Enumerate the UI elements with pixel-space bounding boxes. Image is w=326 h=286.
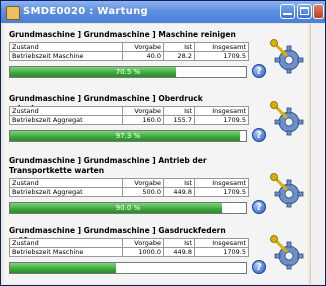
- progress-label: 70.5 %: [115, 68, 141, 76]
- status-table: Zustand Vorgabe Ist Insgesamt Betriebsze…: [9, 238, 249, 257]
- maintenance-item: Grundmaschine ] Grundmaschine ] Maschine…: [9, 30, 308, 78]
- status-table: Zustand Vorgabe Ist Insgesamt Betriebsze…: [9, 106, 249, 125]
- header-zustand: Zustand: [9, 238, 123, 248]
- help-icon[interactable]: ?: [252, 260, 266, 274]
- cell-ist: 449.8: [163, 187, 195, 197]
- header-insgesamt: Insgesamt: [194, 238, 249, 248]
- progress-label: 97.3 %: [115, 132, 141, 140]
- header-zustand: Zustand: [9, 178, 123, 188]
- table-header-row: Zustand Vorgabe Ist Insgesamt: [9, 178, 249, 188]
- progress-bar: 90.0 %: [9, 202, 247, 214]
- status-table: Zustand Vorgabe Ist Insgesamt Betriebsze…: [9, 42, 249, 61]
- help-icon[interactable]: ?: [252, 200, 266, 214]
- cell-zustand: Betriebszeit Maschine: [9, 51, 123, 61]
- cell-zustand: Betriebszeit Maschine: [9, 247, 123, 257]
- header-vorgabe: Vorgabe: [122, 106, 164, 116]
- progress-label: 90.0 %: [115, 204, 141, 212]
- header-ist: Ist: [163, 42, 195, 52]
- table-header-row: Zustand Vorgabe Ist Insgesamt: [9, 238, 249, 248]
- header-vorgabe: Vorgabe: [122, 42, 164, 52]
- help-icon[interactable]: ?: [252, 128, 266, 142]
- vertical-scrollbar[interactable]: [310, 24, 325, 284]
- maintenance-icon[interactable]: [269, 38, 305, 74]
- table-row: Betriebszeit Maschine 1000.0 449.8 1709.…: [9, 247, 249, 257]
- cell-vorgabe: 500.0: [122, 187, 164, 197]
- cell-ist: 28.2: [163, 51, 195, 61]
- progress-bar: 97.3 %: [9, 130, 247, 142]
- maintenance-window: SMDE0020 : Wartung Grundmaschine ] Grund…: [0, 0, 326, 286]
- item-title: Grundmaschine ] Grundmaschine ] Maschine…: [9, 30, 236, 39]
- table-row: Betriebszeit Aggregat 500.0 449.8 1709.5: [9, 187, 249, 197]
- header-zustand: Zustand: [9, 106, 123, 116]
- header-zustand: Zustand: [9, 42, 123, 52]
- item-title: Grundmaschine ] Grundmaschine ] Antrieb …: [9, 156, 207, 175]
- cell-ist: 155.7: [163, 115, 195, 125]
- header-insgesamt: Insgesamt: [194, 42, 249, 52]
- cell-vorgabe: 1000.0: [122, 247, 164, 257]
- maintenance-item: Grundmaschine ] Grundmaschine ] Antrieb …: [9, 156, 308, 214]
- maintenance-list: Grundmaschine ] Grundmaschine ] Maschine…: [4, 24, 308, 284]
- cell-zustand: Betriebszeit Aggregat: [9, 115, 123, 125]
- header-ist: Ist: [163, 178, 195, 188]
- cell-insgesamt: 1709.5: [194, 51, 249, 61]
- header-ist: Ist: [163, 238, 195, 248]
- header-insgesamt: Insgesamt: [194, 106, 249, 116]
- cell-insgesamt: 1709.5: [194, 187, 249, 197]
- cell-insgesamt: 1709.5: [194, 115, 249, 125]
- maintenance-item: Grundmaschine ] Grundmaschine ] Gasdruck…: [9, 226, 308, 274]
- maintenance-icon[interactable]: [269, 100, 305, 136]
- maintenance-icon[interactable]: [269, 234, 305, 270]
- cell-zustand: Betriebszeit Aggregat: [9, 187, 123, 197]
- window-title: SMDE0020 : Wartung: [23, 6, 149, 17]
- cell-ist: 449.8: [163, 247, 195, 257]
- table-row: Betriebszeit Aggregat 160.0 155.7 1709.5: [9, 115, 249, 125]
- table-header-row: Zustand Vorgabe Ist Insgesamt: [9, 106, 249, 116]
- status-table: Zustand Vorgabe Ist Insgesamt Betriebsze…: [9, 178, 249, 197]
- progress-label: 45.0 %: [115, 264, 141, 272]
- table-row: Betriebszeit Maschine 40.0 28.2 1709.5: [9, 51, 249, 61]
- cell-insgesamt: 1709.5: [194, 247, 249, 257]
- maintenance-item: Grundmaschine ] Grundmaschine ] Oberdruc…: [9, 94, 308, 142]
- cell-vorgabe: 40.0: [122, 51, 164, 61]
- close-button[interactable]: [313, 4, 324, 19]
- cell-vorgabe: 160.0: [122, 115, 164, 125]
- progress-bar: 70.5 %: [9, 66, 247, 78]
- header-vorgabe: Vorgabe: [122, 238, 164, 248]
- maximize-button[interactable]: [297, 4, 312, 19]
- header-vorgabe: Vorgabe: [122, 178, 164, 188]
- help-icon[interactable]: ?: [252, 64, 266, 78]
- title-bar: SMDE0020 : Wartung: [1, 1, 325, 23]
- header-ist: Ist: [163, 106, 195, 116]
- progress-bar: 45.0 %: [9, 262, 247, 274]
- app-icon: [6, 6, 20, 20]
- minimize-button[interactable]: [280, 4, 295, 19]
- table-header-row: Zustand Vorgabe Ist Insgesamt: [9, 42, 249, 52]
- header-insgesamt: Insgesamt: [194, 178, 249, 188]
- maintenance-icon[interactable]: [269, 172, 305, 208]
